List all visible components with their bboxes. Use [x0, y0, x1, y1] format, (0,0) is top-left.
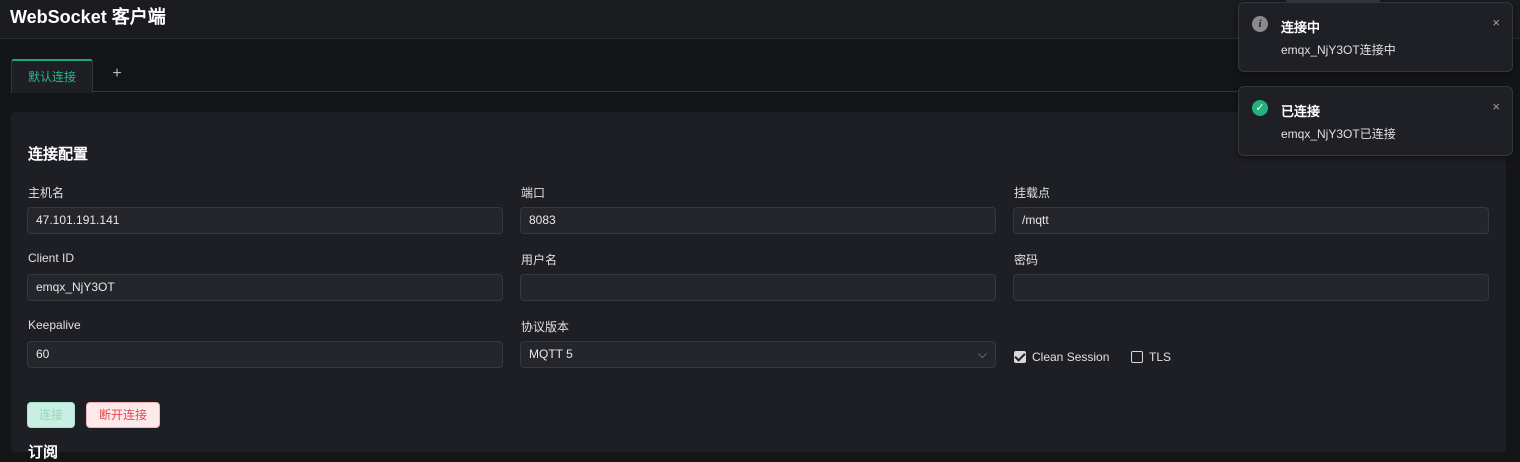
path-input[interactable]: /mqtt — [1013, 207, 1489, 234]
tab-default-connection[interactable]: 默认连接 — [11, 59, 93, 93]
add-tab-button[interactable]: + — [107, 64, 127, 84]
connect-button[interactable]: 连接 — [27, 402, 75, 428]
close-icon[interactable]: × — [1492, 99, 1500, 114]
toast-title: 连接中 — [1281, 20, 1321, 35]
chevron-down-icon: ⌵ — [977, 347, 987, 361]
clean-session-checkbox[interactable] — [1014, 351, 1026, 363]
protocol-value: MQTT 5 — [529, 347, 573, 361]
section-title: 连接配置 — [28, 146, 89, 163]
keepalive-label: Keepalive — [28, 318, 81, 332]
client-id-label: Client ID — [28, 251, 75, 265]
protocol-label: 协议版本 — [521, 320, 570, 334]
tls-checkbox[interactable] — [1131, 351, 1143, 363]
host-label: 主机名 — [28, 186, 65, 200]
check-circle-icon: ✓ — [1252, 100, 1268, 116]
disconnect-button[interactable]: 断开连接 — [86, 402, 160, 428]
path-label: 挂载点 — [1014, 186, 1051, 200]
password-label: 密码 — [1014, 253, 1039, 267]
toast-connecting: i 连接中 emqx_NjY3OT连接中 × — [1238, 2, 1513, 72]
info-icon: i — [1252, 16, 1268, 32]
clean-session-label: Clean Session — [1032, 350, 1110, 364]
client-id-input[interactable]: emqx_NjY3OT — [27, 274, 503, 301]
toast-connected: ✓ 已连接 emqx_NjY3OT已连接 × — [1238, 86, 1513, 156]
tls-label: TLS — [1149, 350, 1172, 364]
toast-message: emqx_NjY3OT已连接 — [1281, 127, 1396, 141]
close-icon[interactable]: × — [1492, 15, 1500, 30]
keepalive-input[interactable]: 60 — [27, 341, 503, 368]
toast-message: emqx_NjY3OT连接中 — [1281, 43, 1396, 57]
password-input[interactable] — [1013, 274, 1489, 301]
port-input[interactable]: 8083 — [520, 207, 996, 234]
app-title: WebSocket 客户端 — [10, 7, 166, 27]
username-input[interactable] — [520, 274, 996, 301]
host-input[interactable]: 47.101.191.141 — [27, 207, 503, 234]
port-label: 端口 — [521, 186, 546, 200]
subscribe-section-title: 订阅 — [28, 444, 59, 461]
toast-title: 已连接 — [1281, 104, 1321, 119]
protocol-select[interactable]: MQTT 5 ⌵ — [520, 341, 996, 368]
username-label: 用户名 — [521, 253, 558, 267]
